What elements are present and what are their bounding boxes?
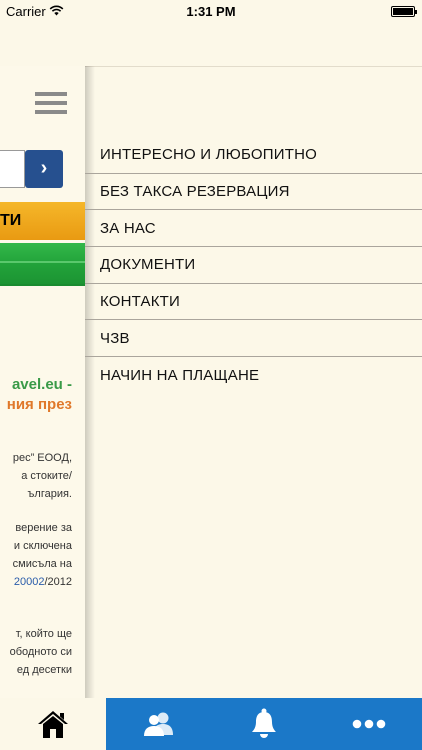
- tab-notifications[interactable]: [211, 698, 316, 750]
- menu-item-label: КОНТАКТИ: [100, 293, 181, 311]
- menu-item-label: ЗА НАС: [100, 219, 156, 237]
- more-icon: [352, 719, 386, 729]
- text-fragment-with-link: 20002/2012: [14, 576, 72, 588]
- menu-item-no-booking-fee[interactable]: БЕЗ ТАКСА РЕЗЕРВАЦИЯ: [85, 174, 422, 211]
- menu-item-about-us[interactable]: ЗА НАС: [85, 210, 422, 248]
- side-menu: ИНТЕРЕСНО И ЛЮБОПИТНО БЕЗ ТАКСА РЕЗЕРВАЦ…: [85, 137, 422, 394]
- menu-item-documents[interactable]: ДОКУМЕНТИ: [85, 247, 422, 284]
- law-link[interactable]: 20002: [14, 576, 45, 588]
- contacts-icon: [143, 712, 173, 736]
- menu-item-label: ИНТЕРЕСНО И ЛЮБОПИТНО: [100, 146, 318, 164]
- law-link-suffix: /2012: [44, 576, 72, 588]
- text-fragment: т, който ще: [15, 628, 72, 640]
- status-time: 1:31 PM: [186, 4, 236, 19]
- text-fragment: ободното си: [9, 646, 72, 658]
- header-divider: [85, 66, 422, 67]
- menu-item-faq[interactable]: ЧЗВ: [85, 320, 422, 358]
- tab-contacts[interactable]: [106, 698, 211, 750]
- hamburger-menu-icon[interactable]: [35, 92, 67, 114]
- menu-item-label: ДОКУМЕНТИ: [100, 256, 196, 274]
- search-input[interactable]: [0, 150, 25, 188]
- green-nav-button[interactable]: [0, 243, 85, 284]
- background-page: › ТИ avel.eu - ния през рес” ЕООД, а сто…: [0, 66, 85, 698]
- site-name-fragment: avel.eu -: [11, 376, 72, 393]
- text-fragment: а стоките/: [21, 470, 72, 482]
- text-fragment: смисъла на: [12, 558, 72, 570]
- text-fragment: верение за: [15, 522, 72, 534]
- home-icon: [38, 711, 68, 738]
- tab-home[interactable]: [0, 698, 106, 750]
- search-button[interactable]: ›: [25, 150, 63, 188]
- tab-bar: [0, 698, 422, 750]
- menu-item-contacts[interactable]: КОНТАКТИ: [85, 284, 422, 321]
- status-bar: Carrier 1:31 PM: [0, 0, 422, 24]
- bell-icon: [251, 708, 276, 738]
- menu-item-interesting[interactable]: ИНТЕРЕСНО И ЛЮБОПИТНО: [85, 137, 422, 174]
- green-divider: [0, 284, 85, 286]
- battery-icon: [391, 6, 417, 17]
- tab-more[interactable]: [316, 698, 422, 750]
- menu-item-label: НАЧИН НА ПЛАЩАНЕ: [100, 366, 260, 384]
- text-fragment: ед десетки: [16, 664, 72, 676]
- menu-item-payment-method[interactable]: НАЧИН НА ПЛАЩАНЕ: [85, 357, 422, 394]
- orange-nav-button[interactable]: ТИ: [0, 202, 85, 240]
- heading-fragment: ния през: [6, 396, 72, 413]
- text-fragment: рес” ЕООД,: [12, 452, 72, 464]
- menu-item-label: БЕЗ ТАКСА РЕЗЕРВАЦИЯ: [100, 183, 290, 201]
- text-fragment: и сключена: [13, 540, 72, 552]
- menu-item-label: ЧЗВ: [100, 329, 130, 347]
- orange-nav-label: ТИ: [0, 212, 22, 229]
- text-fragment: ългария.: [27, 488, 72, 500]
